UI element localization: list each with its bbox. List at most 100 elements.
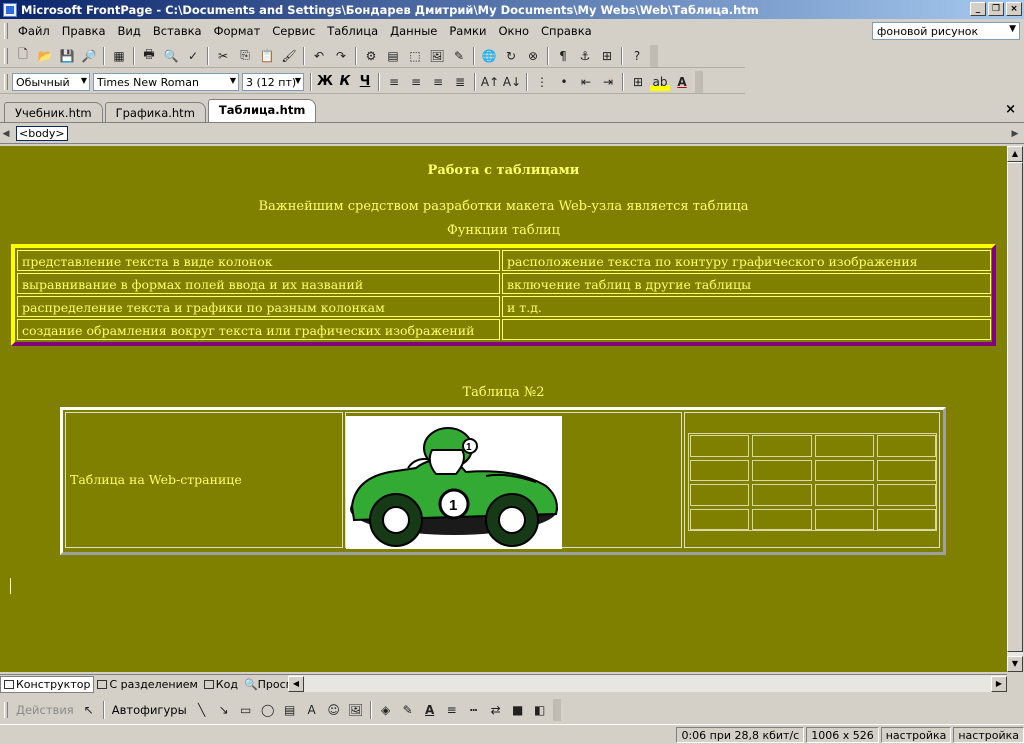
nested-table-cell[interactable] bbox=[876, 484, 936, 506]
wordart-icon[interactable]: A bbox=[302, 701, 322, 719]
chevron-down-icon[interactable]: ▼ bbox=[230, 76, 236, 85]
oval-icon[interactable]: ◯ bbox=[258, 701, 278, 719]
table-cell[interactable]: представление текста в виде колонок bbox=[17, 250, 500, 271]
nested-table-cell[interactable] bbox=[814, 435, 874, 457]
paste-icon[interactable]: 📋 bbox=[257, 47, 277, 65]
open-icon[interactable]: 📂 bbox=[35, 47, 55, 65]
toolbar-grip[interactable] bbox=[4, 47, 8, 64]
toolbar-options-icon[interactable] bbox=[695, 70, 703, 93]
menu-insert[interactable]: Вставка bbox=[147, 24, 208, 38]
menu-table[interactable]: Таблица bbox=[321, 24, 384, 38]
view-design[interactable]: Конструктор bbox=[0, 675, 95, 693]
status-mode-2[interactable]: настройка bbox=[953, 726, 1024, 743]
preview-icon[interactable]: 🔍 bbox=[161, 47, 181, 65]
scroll-right-icon[interactable]: ▶ bbox=[1009, 126, 1021, 142]
line-color-icon[interactable]: ✎ bbox=[398, 701, 418, 719]
toolbar-options-icon[interactable] bbox=[552, 699, 561, 721]
table-cell[interactable]: включение таблиц в другие таблицы bbox=[502, 273, 991, 294]
table-cell[interactable]: расположение текста по контуру графическ… bbox=[502, 250, 991, 271]
scroll-down-icon[interactable]: ▼ bbox=[1007, 656, 1023, 672]
view-code[interactable]: Код bbox=[201, 676, 241, 693]
nested-table-cell[interactable] bbox=[752, 435, 812, 457]
menu-help[interactable]: Справка bbox=[535, 24, 598, 38]
table-cell[interactable]: распределение текста и графики по разным… bbox=[17, 296, 500, 317]
borders-icon[interactable]: ⊞ bbox=[628, 73, 648, 91]
vertical-scrollbar[interactable]: ▲ ▼ bbox=[1007, 146, 1023, 672]
page-canvas[interactable]: Работа с таблицами Важнейшим средством р… bbox=[0, 146, 1007, 672]
redo-icon[interactable]: ↷ bbox=[331, 47, 351, 65]
highlight-icon[interactable]: ab bbox=[650, 72, 670, 91]
dash-style-icon[interactable]: ┅ bbox=[464, 701, 484, 719]
font-select[interactable]: Times New Roman ▼ bbox=[93, 72, 239, 91]
scroll-left-icon[interactable]: ◀ bbox=[288, 676, 304, 692]
table-cell[interactable]: выравнивание в формах полей ввода и их н… bbox=[17, 273, 500, 294]
chevron-down-icon[interactable]: ▼ bbox=[295, 76, 301, 85]
nested-table-cell[interactable] bbox=[752, 484, 812, 506]
scroll-up-icon[interactable]: ▲ bbox=[1007, 146, 1023, 162]
font-size-select[interactable]: 3 (12 пт) ▼ bbox=[242, 72, 304, 91]
scroll-right-icon[interactable]: ▶ bbox=[991, 676, 1007, 692]
scroll-thumb[interactable] bbox=[1007, 162, 1023, 652]
numbering-icon[interactable]: ⋮ bbox=[532, 73, 552, 91]
status-mode-1[interactable]: настройка bbox=[880, 726, 952, 743]
horizontal-scrollbar[interactable]: ◀ ▶ bbox=[288, 674, 1007, 692]
nested-table-cell[interactable] bbox=[752, 459, 812, 481]
menu-format[interactable]: Формат bbox=[208, 24, 267, 38]
maximize-button[interactable]: ❐ bbox=[988, 2, 1004, 16]
nested-table[interactable] bbox=[688, 433, 937, 531]
nested-table-cell[interactable] bbox=[876, 459, 936, 481]
3d-icon[interactable]: ◧ bbox=[530, 701, 550, 719]
align-center-icon[interactable]: ≡ bbox=[406, 73, 426, 91]
menu-data[interactable]: Данные bbox=[384, 24, 443, 38]
bold-button[interactable]: Ж bbox=[315, 74, 335, 89]
italic-button[interactable]: К bbox=[335, 74, 355, 89]
nested-table-cell[interactable] bbox=[814, 508, 874, 530]
insert-table-icon[interactable]: ▤ bbox=[383, 47, 403, 65]
arrow-style-icon[interactable]: ⇄ bbox=[486, 701, 506, 719]
ask-question-box[interactable]: фоновой рисунок ▼ bbox=[872, 22, 1020, 40]
menu-tools[interactable]: Сервис bbox=[266, 24, 321, 38]
decrease-font-icon[interactable]: A↓ bbox=[502, 73, 522, 91]
undo-icon[interactable]: ↶ bbox=[309, 47, 329, 65]
align-right-icon[interactable]: ≡ bbox=[428, 73, 448, 91]
view-split[interactable]: С разделением bbox=[94, 676, 200, 693]
line-style-icon[interactable]: ≡ bbox=[442, 701, 462, 719]
tab-uchebnik[interactable]: Учебник.htm bbox=[4, 102, 103, 122]
nested-table-cell[interactable] bbox=[690, 484, 750, 506]
bullets-icon[interactable]: • bbox=[554, 73, 574, 91]
toolbar-grip[interactable] bbox=[4, 702, 8, 718]
align-left-icon[interactable]: ≡ bbox=[384, 73, 404, 91]
drawing-icon[interactable]: ✎ bbox=[449, 47, 469, 65]
nested-table-cell[interactable] bbox=[876, 508, 936, 530]
nested-table-cell[interactable] bbox=[690, 508, 750, 530]
nested-table-cell[interactable] bbox=[690, 435, 750, 457]
menu-file[interactable]: Файл bbox=[12, 24, 56, 38]
select-arrow-icon[interactable]: ↖ bbox=[79, 701, 99, 719]
toolbar-grip[interactable] bbox=[4, 73, 8, 90]
nested-table-cell[interactable] bbox=[690, 459, 750, 481]
refresh-icon[interactable]: ↻ bbox=[501, 47, 521, 65]
help-icon[interactable]: ? bbox=[627, 47, 647, 65]
rectangle-icon[interactable]: ▭ bbox=[236, 701, 256, 719]
copy-icon[interactable]: ⎘ bbox=[235, 47, 255, 65]
table-cell[interactable]: создание обрамления вокруг текста или гр… bbox=[17, 319, 500, 340]
publish-icon[interactable]: ▦ bbox=[109, 47, 129, 65]
picture-icon[interactable]: 🖼 bbox=[346, 701, 366, 719]
spelling-icon[interactable]: ✓ bbox=[183, 47, 203, 65]
close-button[interactable]: × bbox=[1006, 2, 1022, 16]
insert-layer-icon[interactable]: ⬚ bbox=[405, 47, 425, 65]
race-car-image[interactable]: 1 1 bbox=[346, 416, 562, 549]
nested-table-cell[interactable] bbox=[814, 484, 874, 506]
autoshapes-menu[interactable]: Автофигуры bbox=[112, 703, 187, 717]
tab-grafika[interactable]: Графика.htm bbox=[104, 102, 206, 122]
arrow-icon[interactable]: ↘ bbox=[214, 701, 234, 719]
font-color-icon[interactable]: A bbox=[672, 73, 692, 91]
new-page-icon[interactable]: 🗋 bbox=[13, 47, 33, 65]
menu-view[interactable]: Вид bbox=[112, 24, 147, 38]
chevron-down-icon[interactable]: ▼ bbox=[81, 76, 87, 85]
cut-icon[interactable]: ✂ bbox=[213, 47, 233, 65]
show-all-icon[interactable]: ¶ bbox=[553, 47, 573, 65]
insert-picture-icon[interactable]: 🖼 bbox=[427, 47, 447, 65]
textbox-icon[interactable]: ▤ bbox=[280, 701, 300, 719]
menu-edit[interactable]: Правка bbox=[56, 24, 112, 38]
